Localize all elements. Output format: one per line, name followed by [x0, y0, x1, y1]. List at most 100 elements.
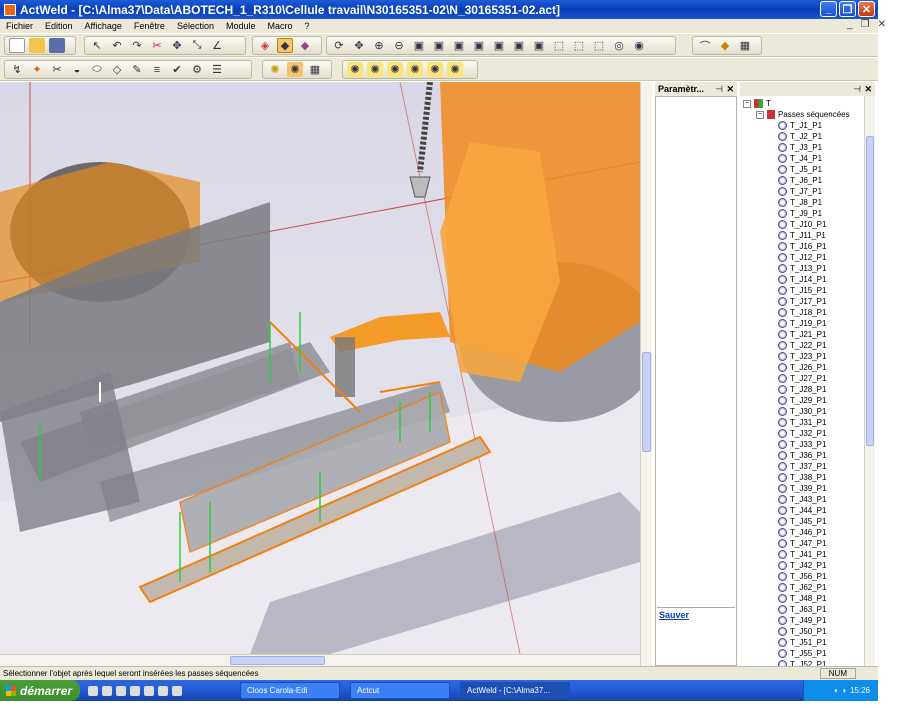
grid-icon[interactable]: ▦: [737, 38, 753, 53]
tree-item[interactable]: T_J22_P1: [778, 341, 826, 350]
weld-eraser-icon[interactable]: ◒: [69, 62, 85, 77]
open-folder-icon[interactable]: [29, 38, 45, 53]
weld-list-icon[interactable]: ☰: [209, 62, 225, 77]
cut-icon[interactable]: ✂: [149, 38, 165, 53]
tree-vscroll-thumb[interactable]: [866, 136, 874, 446]
menu-fichier[interactable]: Fichier: [6, 21, 33, 31]
lamp-1-icon[interactable]: ✺: [347, 62, 363, 77]
menu-selection[interactable]: Sélection: [177, 21, 214, 31]
start-button[interactable]: démarrer: [0, 680, 80, 701]
task-cloos[interactable]: Cloos Carola-Edi: [240, 682, 340, 699]
weld-settings-icon[interactable]: ✦: [29, 62, 45, 77]
menu-edition[interactable]: Edition: [45, 21, 73, 31]
tree-item[interactable]: T_J23_P1: [778, 352, 826, 361]
view-right-icon[interactable]: ▣: [471, 38, 487, 53]
weld-robot-icon[interactable]: ⚙: [189, 62, 205, 77]
view-left-icon[interactable]: ▣: [451, 38, 467, 53]
weld-sequence-icon[interactable]: ≡: [149, 62, 165, 77]
tree-item[interactable]: T_J6_P1: [778, 176, 822, 185]
tree-item[interactable]: T_J43_P1: [778, 495, 826, 504]
shaded-mode-icon[interactable]: ◆: [277, 38, 293, 53]
mdi-close-button[interactable]: ✕: [878, 19, 886, 30]
zoom-out-icon[interactable]: ⊖: [391, 38, 407, 53]
weld-line-icon[interactable]: ⬭: [89, 62, 105, 77]
weld-cut-icon[interactable]: ✂: [49, 62, 65, 77]
viewport-vertical-scrollbar[interactable]: [640, 82, 652, 666]
select-arrow-icon[interactable]: ↖: [89, 38, 105, 53]
tree-item[interactable]: T_J48_P1: [778, 594, 826, 603]
tree-item[interactable]: T_J31_P1: [778, 418, 826, 427]
tree-item[interactable]: T_J12_P1: [778, 253, 826, 262]
robot-arm-icon[interactable]: ⌒: [697, 38, 713, 53]
tree-item[interactable]: T_J14_P1: [778, 275, 826, 284]
tree-item[interactable]: T_J44_P1: [778, 506, 826, 515]
quicklaunch-1-icon[interactable]: [88, 685, 98, 696]
tree-item[interactable]: T_J4_P1: [778, 154, 822, 163]
tree-item[interactable]: T_J51_P1: [778, 638, 826, 647]
tree-item[interactable]: T_J42_P1: [778, 561, 826, 570]
move-icon[interactable]: ✥: [169, 38, 185, 53]
tree-item[interactable]: T_J9_P1: [778, 209, 822, 218]
tray-icons[interactable]: ◐ ◑: [834, 686, 846, 695]
menu-module[interactable]: Module: [226, 21, 256, 31]
tree-item[interactable]: T_J36_P1: [778, 451, 826, 460]
tree-item[interactable]: T_J38_P1: [778, 473, 826, 482]
tree-item[interactable]: T_J11_P1: [778, 231, 826, 240]
quicklaunch-3-icon[interactable]: [116, 685, 126, 696]
lamp-6-icon[interactable]: ✺: [447, 62, 463, 77]
quicklaunch-2-icon[interactable]: [102, 685, 112, 696]
tree-item[interactable]: T_J41_P1: [778, 550, 826, 559]
3d-viewport[interactable]: [0, 82, 640, 654]
viewport-hscroll-thumb[interactable]: [230, 656, 325, 665]
light-bulb-icon[interactable]: ✺: [267, 62, 283, 77]
tree-item[interactable]: T_J18_P1: [778, 308, 826, 317]
save-icon[interactable]: [49, 38, 65, 53]
lamp-3-icon[interactable]: ✺: [387, 62, 403, 77]
tree-item[interactable]: T_J5_P1: [778, 165, 822, 174]
zoom-all-icon[interactable]: ⬚: [571, 38, 587, 53]
menu-help[interactable]: ?: [305, 21, 310, 31]
tree-item[interactable]: T_J16_P1: [778, 242, 826, 251]
new-file-icon[interactable]: [9, 38, 25, 53]
tree-item[interactable]: T_J15_P1: [778, 286, 826, 295]
quicklaunch-7-icon[interactable]: [172, 685, 182, 696]
view-back-icon[interactable]: ▣: [431, 38, 447, 53]
minimize-button[interactable]: _: [820, 1, 837, 17]
tree-item[interactable]: T_J39_P1: [778, 484, 826, 493]
lamp-5-icon[interactable]: ✺: [427, 62, 443, 77]
light-mode-icon[interactable]: ✺: [287, 62, 303, 77]
pin-icon[interactable]: ⊣: [715, 84, 723, 95]
view-top-icon[interactable]: ▣: [491, 38, 507, 53]
tree-item[interactable]: T_J56_P1: [778, 572, 826, 581]
weld-pencil-icon[interactable]: ✎: [129, 62, 145, 77]
tree-item[interactable]: T_J17_P1: [778, 297, 826, 306]
tree-item[interactable]: T_J63_P1: [778, 605, 826, 614]
tree-item[interactable]: T_J37_P1: [778, 462, 826, 471]
view-bottom-icon[interactable]: ▣: [511, 38, 527, 53]
pan-view-icon[interactable]: ✥: [351, 38, 367, 53]
task-actweld[interactable]: ActWeld - [C:\Alma37...: [460, 682, 570, 699]
tree-item[interactable]: T_J29_P1: [778, 396, 826, 405]
tree-item[interactable]: T_J32_P1: [778, 429, 826, 438]
menu-affichage[interactable]: Affichage: [85, 21, 122, 31]
lamp-4-icon[interactable]: ✺: [407, 62, 423, 77]
tree-item[interactable]: T_J19_P1: [778, 319, 826, 328]
redo-icon[interactable]: ↷: [129, 38, 145, 53]
tree-close-icon[interactable]: ✕: [864, 84, 872, 95]
tree-item[interactable]: T_J45_P1: [778, 517, 826, 526]
group-collapse-icon[interactable]: −: [756, 110, 764, 119]
view-front-icon[interactable]: ▣: [411, 38, 427, 53]
tree-item[interactable]: T_J7_P1: [778, 187, 822, 196]
viewport-horizontal-scrollbar[interactable]: [0, 654, 640, 666]
orbit-icon[interactable]: ◎: [611, 38, 627, 53]
tree-item[interactable]: T_J10_P1: [778, 220, 826, 229]
sauver-link[interactable]: Sauver: [657, 607, 735, 625]
zoom-in-icon[interactable]: ⊕: [371, 38, 387, 53]
tree-item[interactable]: T_J2_P1: [778, 132, 822, 141]
tree-item[interactable]: T_J50_P1: [778, 627, 826, 636]
tree-item[interactable]: T_J30_P1: [778, 407, 826, 416]
torch-icon[interactable]: ◆: [717, 38, 733, 53]
paint-icon[interactable]: ◆: [297, 38, 313, 53]
menu-fenetre[interactable]: Fenêtre: [134, 21, 165, 31]
tree-item[interactable]: T_J49_P1: [778, 616, 826, 625]
